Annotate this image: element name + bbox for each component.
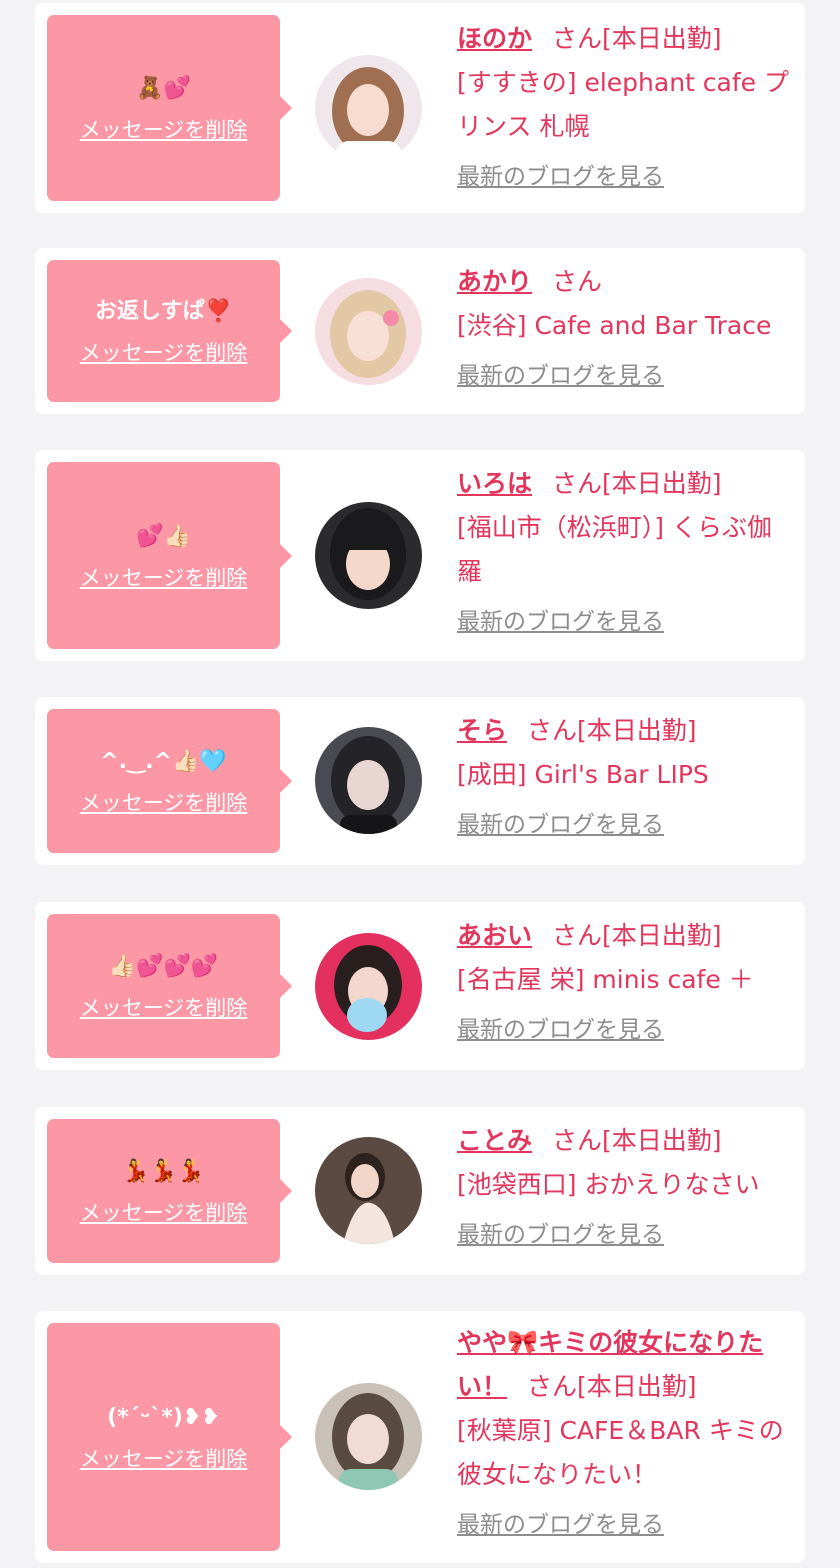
honorific: さん: [527, 1372, 578, 1401]
latest-blog-link[interactable]: 最新のブログを見る: [457, 803, 664, 847]
woman-portrait-icon: [315, 278, 422, 385]
honorific: さん: [527, 716, 578, 745]
shop-name: [池袋西口] おかえりなさい: [457, 1170, 760, 1199]
woman-portrait-icon: [315, 1137, 422, 1244]
avatar[interactable]: [315, 502, 422, 609]
cast-name-link[interactable]: いろは: [457, 469, 532, 498]
delete-message-link[interactable]: メッセージを削除: [80, 1199, 248, 1227]
woman-portrait-icon: [315, 1383, 422, 1490]
shop-name: [福山市（松浜町）] くらぶ伽羅: [457, 513, 772, 586]
cast-info: そら さん[本日出勤] [成田] Girl's Bar LIPS 最新のブログを見…: [457, 709, 795, 847]
delete-message-link[interactable]: メッセージを削除: [80, 994, 248, 1022]
message-text: ^.‿.^👍🏻🩵: [100, 749, 227, 774]
message-text: (*ˊᵕˋ*)❥❥: [107, 1405, 220, 1430]
avatar[interactable]: [315, 278, 422, 385]
attendance-status: [本日出勤]: [602, 1126, 722, 1155]
shop-name: [秋葉原] CAFE＆BAR キミの彼女になりたい！: [457, 1416, 784, 1489]
honorific: さん: [552, 1126, 603, 1155]
delete-message-link[interactable]: メッセージを削除: [80, 789, 248, 817]
cast-info: やや🎀キミの彼女になりたい！ さん[本日出勤] [秋葉原] CAFE＆BAR キミ…: [457, 1321, 795, 1547]
avatar[interactable]: [315, 933, 422, 1040]
latest-blog-link[interactable]: 最新のブログを見る: [457, 1503, 664, 1547]
cast-name-link[interactable]: あおい: [457, 921, 532, 950]
message-card: 💕👍🏻 メッセージを削除 いろは さん[本日出勤] [福山市（松浜町）] くらぶ伽…: [35, 450, 805, 661]
message-bubble: 💃💃💃 メッセージを削除: [47, 1119, 292, 1263]
latest-blog-link[interactable]: 最新のブログを見る: [457, 600, 664, 644]
latest-blog-link[interactable]: 最新のブログを見る: [457, 155, 664, 199]
cast-info: いろは さん[本日出勤] [福山市（松浜町）] くらぶ伽羅 最新のブログを見る: [457, 462, 795, 644]
delete-message-link[interactable]: メッセージを削除: [80, 564, 248, 592]
delete-message-link[interactable]: メッセージを削除: [80, 339, 248, 367]
avatar[interactable]: [315, 55, 422, 162]
avatar[interactable]: [315, 1137, 422, 1244]
message-card: 👍🏻💕💕💕 メッセージを削除 あおい さん[本日出勤] [名古屋 栄] minis…: [35, 902, 805, 1070]
delete-message-link[interactable]: メッセージを削除: [80, 1445, 248, 1473]
cast-info: ほのか さん[本日出勤] [すすきの] elephant cafe プリンス 札幌…: [457, 17, 795, 199]
honorific: さん: [552, 921, 603, 950]
honorific: さん: [552, 267, 603, 296]
message-card: 💃💃💃 メッセージを削除 ことみ さん[本日出勤] [池袋西口] おかえりなさい …: [35, 1107, 805, 1275]
cast-info: あおい さん[本日出勤] [名古屋 栄] minis cafe ＋ 最新のブログを…: [457, 914, 795, 1052]
message-bubble: 💕👍🏻 メッセージを削除: [47, 462, 292, 649]
shop-name: [成田] Girl's Bar LIPS: [457, 760, 709, 789]
cast-name-link[interactable]: ことみ: [457, 1126, 532, 1155]
message-text: お返しすぱ❣️: [95, 299, 232, 324]
cast-info: あかり さん [渋谷] Cafe and Bar Trace 最新のブログを見る: [457, 260, 795, 398]
cast-name-link[interactable]: あかり: [457, 267, 532, 296]
message-text: 🧸💕: [136, 76, 191, 101]
latest-blog-link[interactable]: 最新のブログを見る: [457, 1008, 664, 1052]
message-card: ^.‿.^👍🏻🩵 メッセージを削除 そら さん[本日出勤] [成田] Girl's…: [35, 697, 805, 865]
avatar[interactable]: [315, 1383, 422, 1490]
cast-name-line: あかり さん: [457, 260, 795, 304]
cast-name-line: やや🎀キミの彼女になりたい！ さん[本日出勤]: [457, 1321, 795, 1409]
shop-name: [名古屋 栄] minis cafe ＋: [457, 965, 754, 994]
attendance-status: [本日出勤]: [602, 921, 722, 950]
delete-message-link[interactable]: メッセージを削除: [80, 116, 248, 144]
attendance-status: [本日出勤]: [577, 716, 697, 745]
attendance-status: [本日出勤]: [602, 469, 722, 498]
message-text: 👍🏻💕💕💕: [108, 954, 219, 979]
message-text: 💃💃💃: [122, 1159, 205, 1184]
cast-name-line: いろは さん[本日出勤]: [457, 462, 795, 506]
message-card: お返しすぱ❣️ メッセージを削除 あかり さん [渋谷] Cafe and Bar…: [35, 248, 805, 414]
message-text: 💕👍🏻: [136, 523, 191, 549]
cast-name-link[interactable]: そら: [457, 716, 507, 745]
woman-portrait-icon: [315, 727, 422, 834]
message-bubble: (*ˊᵕˋ*)❥❥ メッセージを削除: [47, 1323, 292, 1551]
woman-portrait-icon: [315, 55, 422, 162]
attendance-status: [本日出勤]: [602, 24, 722, 53]
woman-portrait-icon: [315, 933, 422, 1040]
message-bubble: ^.‿.^👍🏻🩵 メッセージを削除: [47, 709, 292, 853]
honorific: さん: [552, 24, 603, 53]
woman-portrait-icon: [315, 502, 422, 609]
cast-name-link[interactable]: ほのか: [457, 24, 532, 53]
cast-name-line: ことみ さん[本日出勤]: [457, 1119, 795, 1163]
avatar[interactable]: [315, 727, 422, 834]
message-list: 🧸💕 メッセージを削除 ほのか さん[本日出勤] [すすきの] elephant …: [0, 0, 840, 1568]
latest-blog-link[interactable]: 最新のブログを見る: [457, 354, 664, 398]
shop-name: [すすきの] elephant cafe プリンス 札幌: [457, 68, 789, 141]
message-bubble: お返しすぱ❣️ メッセージを削除: [47, 260, 292, 402]
attendance-status: [本日出勤]: [577, 1372, 697, 1401]
message-bubble: 👍🏻💕💕💕 メッセージを削除: [47, 914, 292, 1058]
cast-info: ことみ さん[本日出勤] [池袋西口] おかえりなさい 最新のブログを見る: [457, 1119, 795, 1257]
latest-blog-link[interactable]: 最新のブログを見る: [457, 1213, 664, 1257]
cast-name-line: ほのか さん[本日出勤]: [457, 17, 795, 61]
cast-name-line: そら さん[本日出勤]: [457, 709, 795, 753]
honorific: さん: [552, 469, 603, 498]
message-bubble: 🧸💕 メッセージを削除: [47, 15, 292, 201]
shop-name: [渋谷] Cafe and Bar Trace: [457, 311, 772, 340]
message-card: 🧸💕 メッセージを削除 ほのか さん[本日出勤] [すすきの] elephant …: [35, 3, 805, 213]
message-card: (*ˊᵕˋ*)❥❥ メッセージを削除 やや🎀キミの彼女になりたい！ さん[本日出勤…: [35, 1311, 805, 1563]
cast-name-line: あおい さん[本日出勤]: [457, 914, 795, 958]
